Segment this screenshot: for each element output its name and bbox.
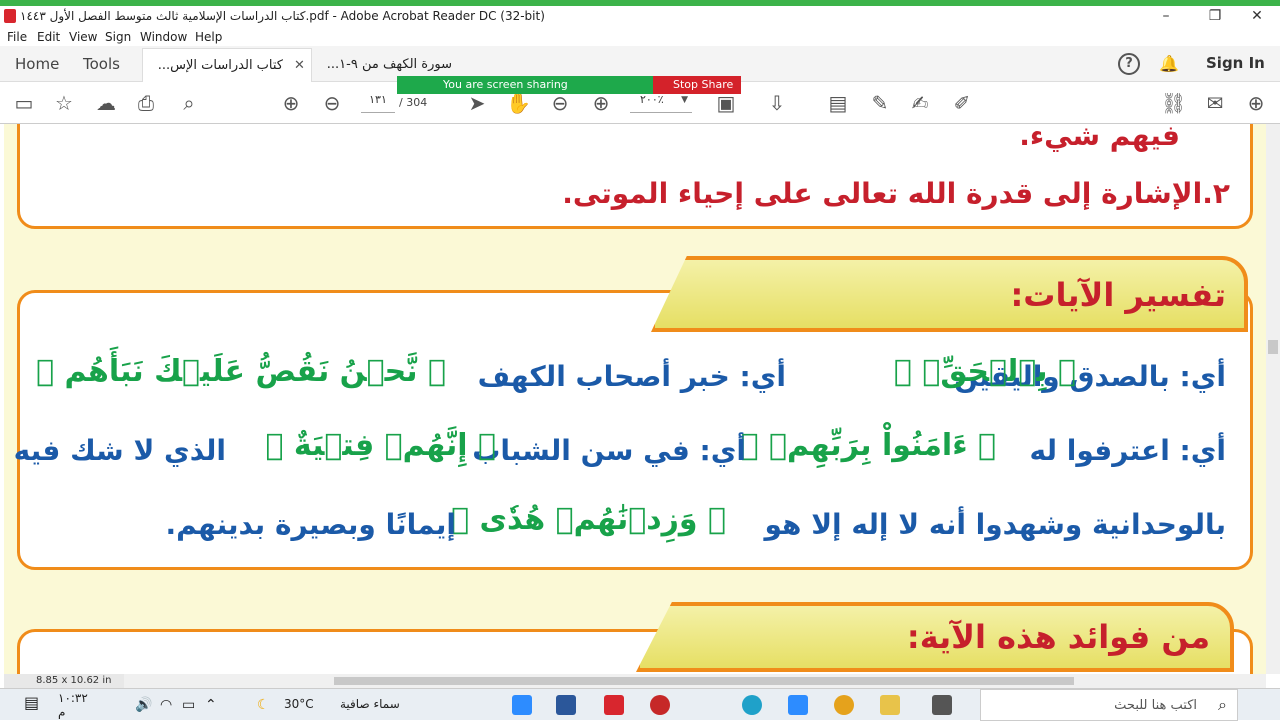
search-icon[interactable]: ⌕ [177,92,201,116]
line1-verse1: ﴿ نَّحۡنُ نَقُصُّ عَلَيۡكَ نَبَأَهُم ﴾ [36,354,446,389]
window-title: كتاب الدراسات الإسلامية ثالث متوسط الفصل… [20,9,545,23]
zoom-level-select[interactable]: ٢٠٠٪ ▼ [630,93,692,113]
tab-document-label: سورة الكهف من ٩-١... [326,57,452,72]
zoom-out-icon[interactable]: ⊖ [548,92,572,116]
volume-icon[interactable]: 🔊 [135,697,152,713]
tray-chevron-icon[interactable]: ⌃ [205,697,217,713]
notifications-bell-icon[interactable]: 🔔 [1159,54,1179,73]
minimize-icon[interactable]: – [1143,6,1189,28]
taskbar-search-box[interactable]: اكتب هنا للبحث ⌕ [980,689,1238,721]
menu-window[interactable]: Window [140,30,187,44]
tab-tools[interactable]: Tools [83,55,120,73]
comment-icon[interactable]: ▤ [826,92,850,116]
sign-in-button[interactable]: Sign In [1206,54,1265,72]
bookmark-star-icon[interactable]: ☆ [52,92,76,116]
taskbar: ▤ ١٠:٣٢ م 🔊 ◠ ▭ ⌃ ☾ 30°C سماء صافية اكتب… [0,688,1280,721]
hand-tool-icon[interactable]: ✋ [506,92,531,116]
chevron-down-icon: ▼ [681,95,688,105]
title-bar: كتاب الدراسات الإسلامية ثالث متوسط الفصل… [0,6,1280,28]
help-icon[interactable]: ? [1118,53,1140,75]
close-window-icon[interactable]: ✕ [1234,6,1280,28]
notification-icon[interactable]: ▤ [24,693,39,712]
line2-text0: الذي لا شك فيه [13,434,226,467]
page-size-label: 8.85 x 10.62 in [4,674,124,688]
stop-share-button[interactable]: Stop Share [653,76,741,94]
highlight-pen-icon[interactable]: ✎ [868,92,892,116]
vertical-scrollbar[interactable] [1266,124,1280,674]
scroll-mode-icon[interactable]: ⇩ [765,92,789,116]
recorder-app-icon[interactable] [650,695,670,715]
draw-sign-icon[interactable]: ✍ [908,92,932,116]
save-icon[interactable]: ▭ [12,92,36,116]
horizontal-scrollbar[interactable] [4,674,1266,688]
menu-edit[interactable]: Edit [37,30,60,44]
menu-bar: File Edit View Sign Window Help [0,28,1280,46]
line3-text1: إيمانًا وبصيرة بدينهم. [165,508,456,541]
weather-description: سماء صافية [340,697,400,711]
screen-sharing-status: You are screen sharing [397,76,655,94]
fill-sign-icon[interactable]: ✐ [950,92,974,116]
email-icon[interactable]: ✉ [1203,92,1227,116]
menu-file[interactable]: File [7,30,27,44]
tafsir-title-banner: تفسير الآيات: [651,256,1248,332]
close-tab-icon[interactable]: ✕ [294,58,305,73]
print-icon[interactable]: ⎙ [134,92,158,116]
benefits-title-banner: من فوائد هذه الآية: [636,602,1234,672]
partial-text: فيهم شيء. [1019,124,1180,152]
previous-section-card: فيهم شيء. ٢.الإشارة إلى قدرة الله تعالى … [17,124,1253,229]
line2-verse1: ﴿ إِنَّهُمۡ فِتۡيَةٌ ﴾ [265,428,496,463]
select-cursor-icon[interactable]: ➤ [465,92,489,116]
tab-document-active[interactable]: كتاب الدراسات الإس... ✕ [142,48,312,82]
file-explorer-icon[interactable] [880,695,900,715]
wifi-icon[interactable]: ◠ [160,697,172,713]
add-user-icon[interactable]: ⊕ [1244,92,1268,116]
search-placeholder: اكتب هنا للبحث [1114,698,1197,713]
zoom-app-icon[interactable] [512,695,532,715]
line2-text2: أي: اعترفوا له [1029,434,1226,467]
share-link-icon[interactable]: ⛓ [1161,92,1186,116]
tab-home[interactable]: Home [15,55,59,73]
scroll-thumb[interactable] [1268,340,1278,354]
restore-icon[interactable]: ❐ [1192,6,1238,28]
line1-text1: أي: خبر أصحاب الكهف [477,360,786,393]
line3-verse1: ﴿ وَزِدۡنَٰهُمۡ هُدٗى ﴾ [451,502,726,537]
screen-share-banner: You are screen sharing Stop Share [397,76,741,94]
section-title-benefits: من فوائد هذه الآية: [906,618,1210,656]
page-number-input[interactable]: ١٣١ [361,93,395,113]
battery-icon[interactable]: ▭ [182,697,195,713]
edge-app-icon[interactable] [742,695,762,715]
menu-sign[interactable]: Sign [105,30,131,44]
page-total-label: / 304 [399,96,428,109]
search-icon: ⌕ [1218,695,1227,714]
document-page: فيهم شيء. ٢.الإشارة إلى قدرة الله تعالى … [4,124,1266,674]
line1-verse2: ﴿ بِٱلۡحَقِّۚ ﴾ [893,354,1076,389]
upload-cloud-icon[interactable]: ☁ [94,92,118,116]
word-app-icon[interactable] [556,695,576,715]
previous-page-icon[interactable]: ⊕ [279,92,303,116]
weather-moon-icon: ☾ [257,697,270,713]
clock-time: ١٠:٣٢ [58,691,88,705]
zoom-meeting-icon[interactable] [788,695,808,715]
clock-ampm: م [58,705,66,719]
section-title: تفسير الآيات: [1010,276,1227,314]
zoom-in-icon[interactable]: ⊕ [589,92,613,116]
zoom-level-value: ٢٠٠٪ [640,93,664,106]
next-page-icon[interactable]: ⊖ [320,92,344,116]
point-two-text: ٢.الإشارة إلى قدرة الله تعالى على إحياء … [562,177,1230,210]
task-view-icon[interactable] [932,695,952,715]
temperature: 30°C [284,697,314,711]
tab-document-label: كتاب الدراسات الإس... [157,58,283,73]
line3-text0: بالوحدانية وشهدوا أنه لا إله إلا هو [764,508,1226,541]
scroll-thumb-horizontal[interactable] [334,677,1074,685]
acrobat-app-icon[interactable] [604,695,624,715]
pdf-app-icon [4,9,16,23]
chrome-app-icon[interactable] [834,695,854,715]
line2-text1: أي: في سن الشباب [472,434,746,467]
menu-view[interactable]: View [69,30,97,44]
page-display-icon[interactable]: ▣ [714,92,738,116]
menu-help[interactable]: Help [195,30,222,44]
line2-verse2: ﴿ ءَامَنُواْ بِرَبِّهِمۡ ﴾ [740,428,996,463]
